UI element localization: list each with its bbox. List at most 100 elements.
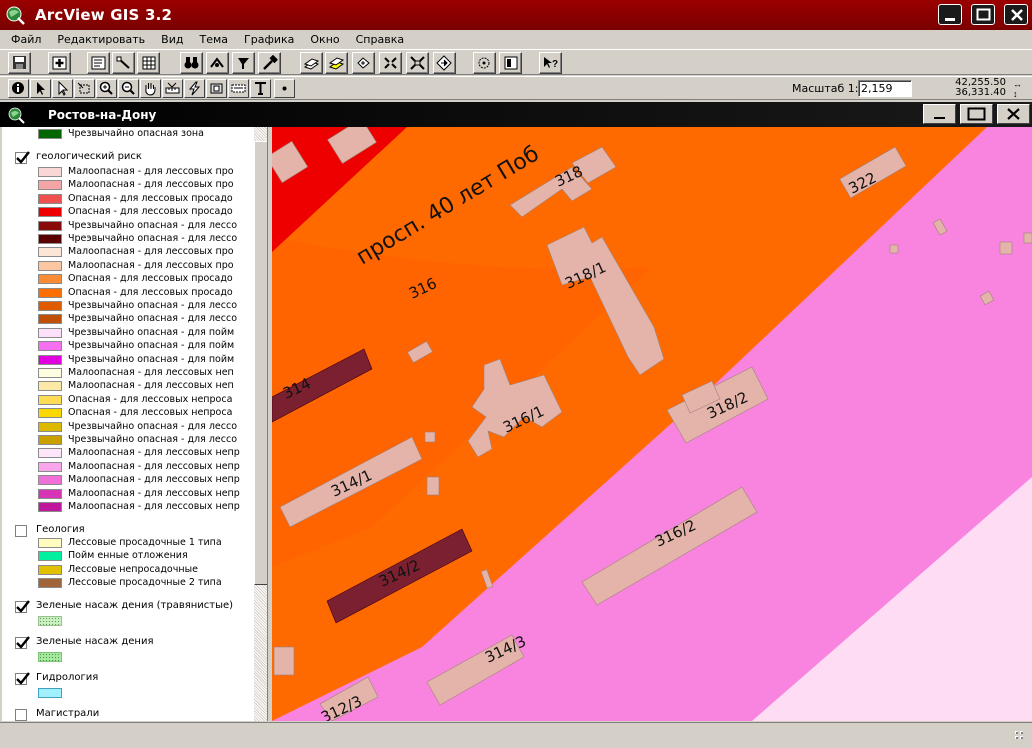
legend-swatch [38, 421, 62, 432]
legend-swatch [38, 247, 62, 258]
building[interactable] [424, 431, 436, 443]
open-layout-button[interactable] [499, 52, 522, 74]
legend-class-label: Чрезвычайно опасная - для пойм [68, 326, 235, 338]
open-table-button[interactable] [137, 52, 160, 74]
hydro-theme-checkbox[interactable] [15, 672, 30, 685]
legend-swatch [38, 287, 62, 298]
legend-swatch [38, 260, 62, 271]
geology-theme-checkbox[interactable] [15, 525, 27, 537]
map-canvas[interactable]: просп. 40 лет Поб 318 322 316 318/1 314 … [272, 127, 1032, 721]
legend-swatch [38, 502, 62, 512]
coord-y: 36,331.40 [955, 87, 1006, 98]
pan-tool[interactable] [140, 79, 161, 98]
locate-address-button[interactable] [206, 52, 229, 74]
select-feature-tool[interactable] [74, 79, 95, 98]
properties-icon [91, 56, 106, 70]
menu-edit[interactable]: Редактировать [49, 33, 153, 46]
measure-tool[interactable] [162, 79, 183, 98]
scale-input[interactable]: 2,159 [858, 80, 912, 97]
theme-properties-button[interactable] [87, 52, 110, 74]
close-button[interactable] [1004, 4, 1028, 25]
pointer-tool[interactable] [30, 79, 51, 98]
legend-class-label: Опасная - для лессовых просадо [68, 286, 233, 298]
map-display[interactable]: просп. 40 лет Поб 318 322 316 318/1 314 … [272, 127, 1032, 721]
zoom-out-tool[interactable] [118, 79, 139, 98]
hammer-icon [263, 55, 278, 70]
legend-swatch [38, 129, 62, 139]
legend-class-label: Чрезвычайно опасная - для лессо [68, 300, 238, 311]
risk-theme-title[interactable]: геологический риск [36, 151, 142, 162]
select-features-icon [478, 57, 490, 69]
maximize-button[interactable] [971, 4, 995, 25]
area-of-interest-tool[interactable] [206, 79, 227, 98]
resize-grip-icon[interactable] [1014, 730, 1028, 744]
building[interactable] [1023, 232, 1032, 244]
zoom-in-button[interactable] [379, 52, 402, 74]
legend-scrollbar[interactable] [254, 127, 267, 721]
green-grass-theme-checkbox[interactable] [15, 600, 30, 613]
menu-file[interactable]: Файл [3, 33, 49, 46]
roads-theme-title[interactable]: Магистрали [36, 708, 99, 719]
zoom-in-tool[interactable] [96, 79, 117, 98]
vertex-pointer-icon [58, 81, 69, 96]
text-tool[interactable] [250, 79, 271, 98]
query-builder-button[interactable] [232, 52, 255, 74]
view-close-button[interactable] [997, 104, 1030, 124]
legend-swatch [38, 368, 62, 378]
hydro-theme-title[interactable]: Гидрология [36, 672, 98, 683]
magnifier-plus-icon [99, 81, 113, 95]
menu-theme[interactable]: Тема [191, 33, 236, 46]
roads-theme-checkbox[interactable] [15, 709, 27, 721]
full-extent-icon [436, 55, 452, 71]
label-icon [231, 84, 246, 93]
legend-swatch [38, 448, 62, 459]
select-features-button[interactable] [473, 52, 496, 74]
risk-theme-checkbox[interactable] [15, 151, 30, 164]
geology-theme-title[interactable]: Геология [36, 524, 85, 535]
zoom-to-selected-button[interactable] [325, 52, 348, 74]
full-extent-button[interactable] [433, 52, 456, 74]
edit-legend-button[interactable] [112, 52, 135, 74]
minimize-button[interactable] [938, 4, 962, 25]
vertex-edit-tool[interactable] [52, 79, 73, 98]
legend-swatch [38, 274, 62, 285]
find-button[interactable] [180, 52, 203, 74]
select-by-theme-button[interactable] [258, 52, 281, 74]
label-tool[interactable] [228, 79, 249, 98]
building[interactable] [273, 646, 295, 676]
view-minimize-button[interactable] [923, 104, 956, 124]
view-globe-icon [8, 107, 25, 124]
green-grass-theme-title[interactable]: Зеленые насаж дения (травянистые) [36, 600, 233, 611]
menu-help[interactable]: Справка [348, 33, 412, 46]
building[interactable] [999, 241, 1013, 255]
building[interactable] [426, 476, 440, 496]
green-theme-checkbox[interactable] [15, 636, 30, 649]
add-theme-button[interactable] [48, 52, 71, 74]
green-theme-title[interactable]: Зеленые насаж дения [36, 636, 153, 647]
zoom-to-active-themes-button[interactable] [300, 52, 323, 74]
hydro-swatch [38, 688, 62, 698]
zoom-out-button[interactable] [406, 52, 429, 74]
legend-class-label: Чрезвычайно опасная - для лессо [68, 313, 238, 325]
minimize-icon [934, 117, 945, 119]
legend-class-label: Чрезвычайно опасная - для лессо [68, 420, 238, 432]
arrow-pointer-icon [37, 82, 45, 95]
legend-class-label: Лессовые непросадочные [68, 563, 198, 575]
table-icon [142, 56, 156, 70]
menu-graphics[interactable]: Графика [236, 33, 302, 46]
legend-class-label: Малоопасная - для лессовых про [68, 179, 234, 191]
draw-point-tool[interactable] [274, 79, 295, 98]
help-button[interactable]: ? [539, 52, 562, 74]
identify-tool[interactable] [8, 79, 29, 98]
save-project-button[interactable] [8, 52, 31, 74]
building[interactable] [889, 244, 899, 254]
zoom-previous-button[interactable] [352, 52, 375, 74]
legend-swatch [38, 538, 62, 548]
menu-window[interactable]: Окно [302, 33, 347, 46]
hotlink-tool[interactable] [184, 79, 205, 98]
legend-class-label: Малоопасная - для лессовых про [68, 259, 234, 271]
menu-view[interactable]: Вид [153, 33, 191, 46]
legend-scroll-thumb[interactable] [254, 141, 267, 585]
view-titlebar: Ростов-на-Дону [0, 102, 1032, 127]
view-maximize-button[interactable] [960, 104, 993, 124]
